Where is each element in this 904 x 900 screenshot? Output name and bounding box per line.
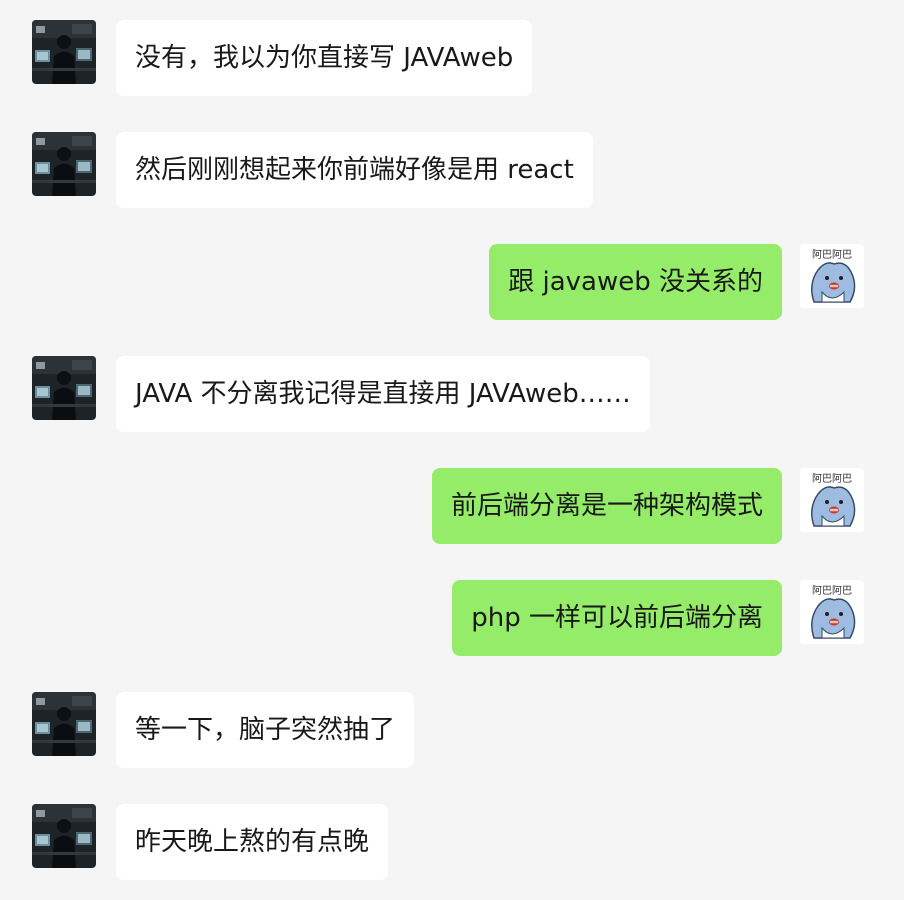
chat-message-list: 没有，我以为你直接写 JAVAweb 然后刚刚想起来你前端好像是用 react …	[0, 0, 904, 900]
message-bubble[interactable]: 跟 javaweb 没关系的	[489, 244, 782, 320]
contact-avatar-icon[interactable]	[32, 356, 96, 420]
message-row-outgoing: 跟 javaweb 没关系的 阿巴阿巴	[0, 244, 904, 320]
contact-avatar-icon[interactable]	[32, 804, 96, 868]
message-bubble[interactable]: php 一样可以前后端分离	[452, 580, 782, 656]
avatar-caption: 阿巴阿巴	[812, 473, 852, 485]
avatar-caption: 阿巴阿巴	[812, 585, 852, 597]
message-row-incoming: 没有，我以为你直接写 JAVAweb	[0, 20, 904, 96]
contact-avatar-icon[interactable]	[32, 20, 96, 84]
message-bubble[interactable]: 昨天晚上熬的有点晚	[116, 804, 389, 880]
self-avatar-icon[interactable]: 阿巴阿巴	[800, 468, 864, 532]
message-bubble[interactable]: 前后端分离是一种架构模式	[431, 468, 782, 544]
message-row-incoming: 等一下，脑子突然抽了	[0, 692, 904, 768]
message-bubble[interactable]: 等一下，脑子突然抽了	[116, 692, 415, 768]
message-bubble[interactable]: JAVA 不分离我记得是直接用 JAVAweb……	[116, 356, 650, 432]
message-row-incoming: 然后刚刚想起来你前端好像是用 react	[0, 132, 904, 208]
message-row-incoming: JAVA 不分离我记得是直接用 JAVAweb……	[0, 356, 904, 432]
avatar-caption: 阿巴阿巴	[812, 249, 852, 261]
message-bubble[interactable]: 没有，我以为你直接写 JAVAweb	[116, 20, 533, 96]
contact-avatar-icon[interactable]	[32, 692, 96, 756]
message-bubble[interactable]: 然后刚刚想起来你前端好像是用 react	[116, 132, 593, 208]
contact-avatar-icon[interactable]	[32, 132, 96, 196]
message-row-outgoing: 前后端分离是一种架构模式 阿巴阿巴	[0, 468, 904, 544]
message-row-outgoing: php 一样可以前后端分离 阿巴阿巴	[0, 580, 904, 656]
self-avatar-icon[interactable]: 阿巴阿巴	[800, 244, 864, 308]
message-row-incoming: 昨天晚上熬的有点晚	[0, 804, 904, 880]
self-avatar-icon[interactable]: 阿巴阿巴	[800, 580, 864, 644]
